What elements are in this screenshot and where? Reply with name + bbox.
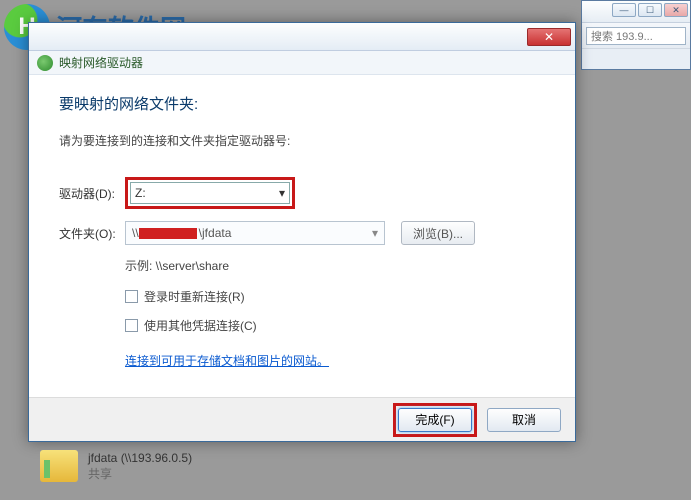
othercred-label: 使用其他凭据连接(C) (144, 317, 257, 334)
othercred-checkbox[interactable] (125, 319, 138, 332)
dialog-footer: 完成(F) 取消 (29, 397, 575, 441)
reconnect-checkbox[interactable] (125, 290, 138, 303)
dialog-instruction: 请为要连接到的连接和文件夹指定驱动器号: (59, 132, 545, 149)
redacted-server-icon (139, 228, 197, 239)
maximize-button[interactable]: ☐ (638, 3, 662, 17)
drive-row: 驱动器(D): Z: ▾ (59, 177, 545, 209)
background-explorer-window: — ☐ ✕ 搜索 193.9... (581, 0, 691, 70)
bg-share-text: jfdata (\\193.96.0.5) 共享 (88, 451, 192, 482)
dialog-close-button[interactable]: ✕ (527, 28, 571, 46)
network-drive-icon (37, 55, 53, 71)
dialog-titlebar: ✕ (29, 23, 575, 51)
chevron-down-icon: ▾ (372, 226, 378, 240)
browse-button[interactable]: 浏览(B)... (401, 221, 475, 245)
website-storage-link[interactable]: 连接到可用于存储文档和图片的网站。 (125, 352, 329, 369)
dialog-heading: 要映射的网络文件夹: (59, 93, 545, 114)
finish-button[interactable]: 完成(F) (398, 408, 472, 432)
map-network-drive-dialog: ✕ 映射网络驱动器 要映射的网络文件夹: 请为要连接到的连接和文件夹指定驱动器号… (28, 22, 576, 442)
network-folder-icon (40, 450, 78, 482)
reconnect-label: 登录时重新连接(R) (144, 288, 245, 305)
dialog-subheader-text: 映射网络驱动器 (59, 54, 143, 71)
dialog-body: 要映射的网络文件夹: 请为要连接到的连接和文件夹指定驱动器号: 驱动器(D): … (29, 75, 575, 369)
options-block: 示例: \\server\share 登录时重新连接(R) 使用其他凭据连接(C… (125, 257, 545, 369)
dialog-subheader: 映射网络驱动器 (29, 51, 575, 75)
cancel-button[interactable]: 取消 (487, 408, 561, 432)
drive-label: 驱动器(D): (59, 185, 125, 202)
minimize-button[interactable]: — (612, 3, 636, 17)
finish-highlight-box: 完成(F) (393, 403, 477, 437)
example-text: 示例: \\server\share (125, 257, 545, 274)
drive-value: Z: (135, 186, 146, 200)
bg-share-name: jfdata (\\193.96.0.5) (88, 451, 192, 465)
search-input[interactable]: 搜索 193.9... (586, 27, 686, 45)
folder-value: jfdata (202, 226, 231, 240)
bg-search-bar: 搜索 193.9... (582, 23, 690, 49)
folder-input[interactable]: \\\jfdata ▾ (125, 221, 385, 245)
folder-label: 文件夹(O): (59, 225, 125, 242)
folder-row: 文件夹(O): \\\jfdata ▾ 浏览(B)... (59, 221, 545, 245)
reconnect-row: 登录时重新连接(R) (125, 288, 545, 305)
bg-share-item[interactable]: jfdata (\\193.96.0.5) 共享 (40, 450, 192, 482)
drive-highlight-box: Z: ▾ (125, 177, 295, 209)
drive-select[interactable]: Z: ▾ (130, 182, 290, 204)
othercred-row: 使用其他凭据连接(C) (125, 317, 545, 334)
bg-share-sub: 共享 (88, 465, 192, 482)
close-button[interactable]: ✕ (664, 3, 688, 17)
chevron-down-icon: ▾ (279, 186, 285, 200)
bg-titlebar: — ☐ ✕ (582, 1, 690, 23)
